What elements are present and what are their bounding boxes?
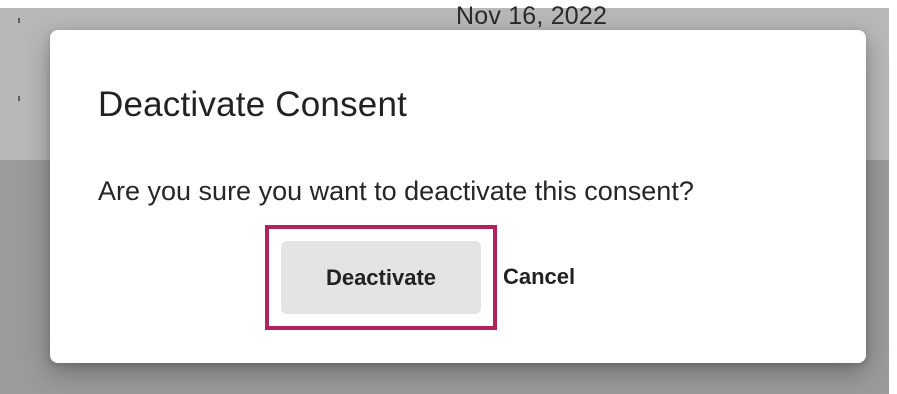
cancel-button[interactable]: Cancel [503, 249, 615, 305]
background-left-mark-secondary [18, 96, 20, 101]
deactivate-button[interactable]: Deactivate [281, 241, 481, 314]
dialog-message: Are you sure you want to deactivate this… [98, 176, 694, 206]
deactivate-consent-dialog: Deactivate Consent Are you sure you want… [50, 30, 866, 363]
dialog-title: Deactivate Consent [98, 85, 408, 124]
background-date-text: Nov 16, 2022 [456, 2, 608, 30]
background-left-mark [18, 18, 20, 23]
